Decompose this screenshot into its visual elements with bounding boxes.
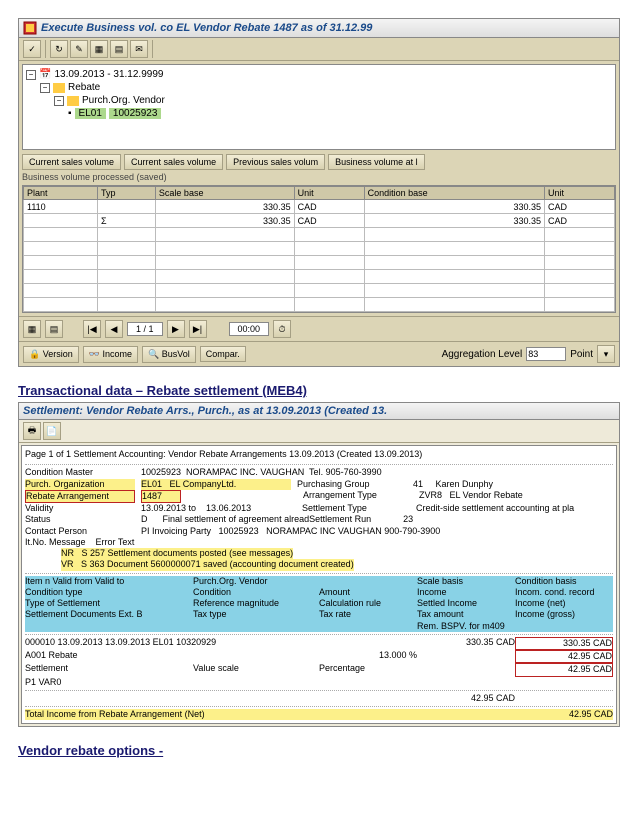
col-unit1: Unit: [294, 187, 364, 200]
window-title: Execute Business vol. co EL Vendor Rebat…: [41, 22, 372, 34]
section-heading-1: Transactional data – Rebate settlement (…: [18, 383, 620, 398]
folder-icon: [53, 83, 65, 93]
busvol-button[interactable]: 🔍 BusVol: [142, 346, 196, 363]
last-page-icon[interactable]: ▶|: [189, 320, 207, 338]
val-purch-grp: 41 Karen Dunphy: [413, 479, 493, 490]
msg-icon[interactable]: ✉: [130, 40, 148, 58]
report-body: Page 1 of 1 Settlement Accounting: Vendo…: [21, 445, 617, 724]
doc-icon[interactable]: ▦: [90, 40, 108, 58]
compar-button[interactable]: Compar.: [200, 346, 246, 362]
collapse-icon[interactable]: −: [54, 96, 64, 106]
prev-page-icon[interactable]: ◀: [105, 320, 123, 338]
note-icon[interactable]: ✎: [70, 40, 88, 58]
val-purch-org: EL01 EL CompanyLtd.: [141, 479, 291, 490]
report-toolbar: 🖶 📄: [19, 420, 619, 443]
income-button[interactable]: 👓 Income: [83, 346, 138, 363]
cell-sum-icon[interactable]: Σ: [98, 214, 156, 228]
msg-2: VR S 363 Document 5600000071 saved (acco…: [61, 559, 354, 570]
lbl-cond-master: Condition Master: [25, 467, 135, 478]
print-icon[interactable]: 🖶: [23, 422, 41, 440]
report-page-header: Page 1 of 1 Settlement Accounting: Vendo…: [25, 449, 613, 460]
val-run: 23: [403, 514, 413, 525]
tree-selected-num[interactable]: 10025923: [109, 108, 162, 119]
new-icon[interactable]: ▦: [23, 320, 41, 338]
tab-current-sales-1[interactable]: Current sales volume: [22, 154, 121, 170]
cell[interactable]: 330.35: [364, 214, 544, 228]
tab-current-sales-2[interactable]: Current sales volume: [124, 154, 223, 170]
report-title: Settlement: Vendor Rebate Arrs., Purch.,…: [23, 405, 387, 417]
lbl-contact: Contact Person: [25, 526, 135, 537]
lbl-arr-type: Arrangement Type: [303, 490, 413, 503]
cell[interactable]: CAD: [544, 214, 614, 228]
cell[interactable]: 1110: [24, 200, 98, 214]
aggregation-input[interactable]: [526, 347, 566, 361]
window-icon: [23, 21, 37, 35]
aggregation-label: Aggregation Level: [442, 349, 523, 360]
collapse-icon[interactable]: −: [40, 83, 50, 93]
calendar-icon: 📅: [39, 69, 51, 80]
lbl-itno: It.No. Message Error Text: [25, 537, 134, 548]
data-row-1: 000010 13.09.2013 13.09.2013 EL01 103209…: [25, 637, 613, 650]
clock-icon[interactable]: ⏱: [273, 320, 291, 338]
col-typ: Typ: [98, 187, 156, 200]
volume-grid[interactable]: Plant Typ Scale base Unit Condition base…: [22, 185, 616, 313]
col-cond: Condition base: [364, 187, 544, 200]
lbl-stl-type: Settlement Type: [302, 503, 410, 514]
main-toolbar: ✓ ↻ ✎ ▦ ▤ ✉: [19, 38, 619, 61]
val-status: D Final settlement of agreement alreadSe…: [141, 514, 371, 525]
list-icon[interactable]: ▤: [110, 40, 128, 58]
cell[interactable]: 330.35: [155, 200, 294, 214]
col-scale: Scale base: [155, 187, 294, 200]
cell[interactable]: [98, 200, 156, 214]
tree-purchorg: Purch.Org. Vendor: [82, 95, 165, 106]
tree-selected-code[interactable]: EL01: [75, 108, 106, 119]
lbl-purch-grp: Purchasing Group: [297, 479, 407, 490]
cell[interactable]: 330.35: [364, 200, 544, 214]
page-indicator: 1 / 1: [127, 322, 163, 336]
val-rebate-arr: 1487: [141, 490, 181, 503]
tab-previous-sales[interactable]: Previous sales volum: [226, 154, 325, 170]
check-icon[interactable]: ✓: [23, 40, 41, 58]
timer: 00:00: [229, 322, 270, 336]
tree-root: 13.09.2013 - 31.12.9999: [54, 69, 163, 80]
grid-icon[interactable]: ▤: [45, 320, 63, 338]
cell[interactable]: CAD: [294, 200, 364, 214]
cell[interactable]: CAD: [294, 214, 364, 228]
hierarchy-tree[interactable]: −📅13.09.2013 - 31.12.9999 −Rebate −Purch…: [22, 64, 616, 150]
section-heading-2: Vendor rebate options -: [18, 743, 620, 758]
lbl-purch-org: Purch. Organization: [25, 479, 135, 490]
lbl-validity: Validity: [25, 503, 135, 514]
val-cond-master: 10025923 NORAMPAC INC. VAUGHAN Tel. 905-…: [141, 467, 382, 478]
total-row: Total Income from Rebate Arrangement (Ne…: [25, 709, 613, 720]
refresh-icon[interactable]: ↻: [50, 40, 68, 58]
msg-1: NR S 257 Settlement documents posted (se…: [61, 548, 293, 559]
val-stl-type: Credit-side settlement accounting at pla: [416, 503, 574, 514]
col-plant: Plant: [24, 187, 98, 200]
dropdown-icon[interactable]: ▾: [597, 345, 615, 363]
column-headers: Item n Valid from Valid toPurch.Org. Ven…: [25, 576, 613, 587]
val-arr-type: ZVR8 EL Vendor Rebate: [419, 490, 523, 503]
tree-rebate: Rebate: [68, 82, 100, 93]
leaf-icon: ▪: [68, 108, 72, 119]
cell[interactable]: [24, 214, 98, 228]
folder-icon: [67, 96, 79, 106]
next-page-icon[interactable]: ▶: [167, 320, 185, 338]
copy-icon[interactable]: 📄: [43, 422, 61, 440]
lbl-rebate-arr: Rebate Arrangement: [25, 490, 135, 503]
lbl-status: Status: [25, 514, 135, 525]
val-contact: PI Invoicing Party 10025923 NORAMPAC INC…: [141, 526, 440, 537]
first-page-icon[interactable]: |◀: [83, 320, 101, 338]
grid-caption: Business volume processed (saved): [22, 172, 616, 182]
aggregation-unit: Point: [570, 349, 593, 360]
tab-business-volume[interactable]: Business volume at l: [328, 154, 425, 170]
val-validity: 13.09.2013 to 13.06.2013: [141, 503, 296, 514]
cell[interactable]: CAD: [544, 200, 614, 214]
cell[interactable]: 330.35: [155, 214, 294, 228]
collapse-icon[interactable]: −: [26, 70, 36, 80]
version-button[interactable]: 🔒 Version: [23, 346, 79, 363]
col-unit2: Unit: [544, 187, 614, 200]
